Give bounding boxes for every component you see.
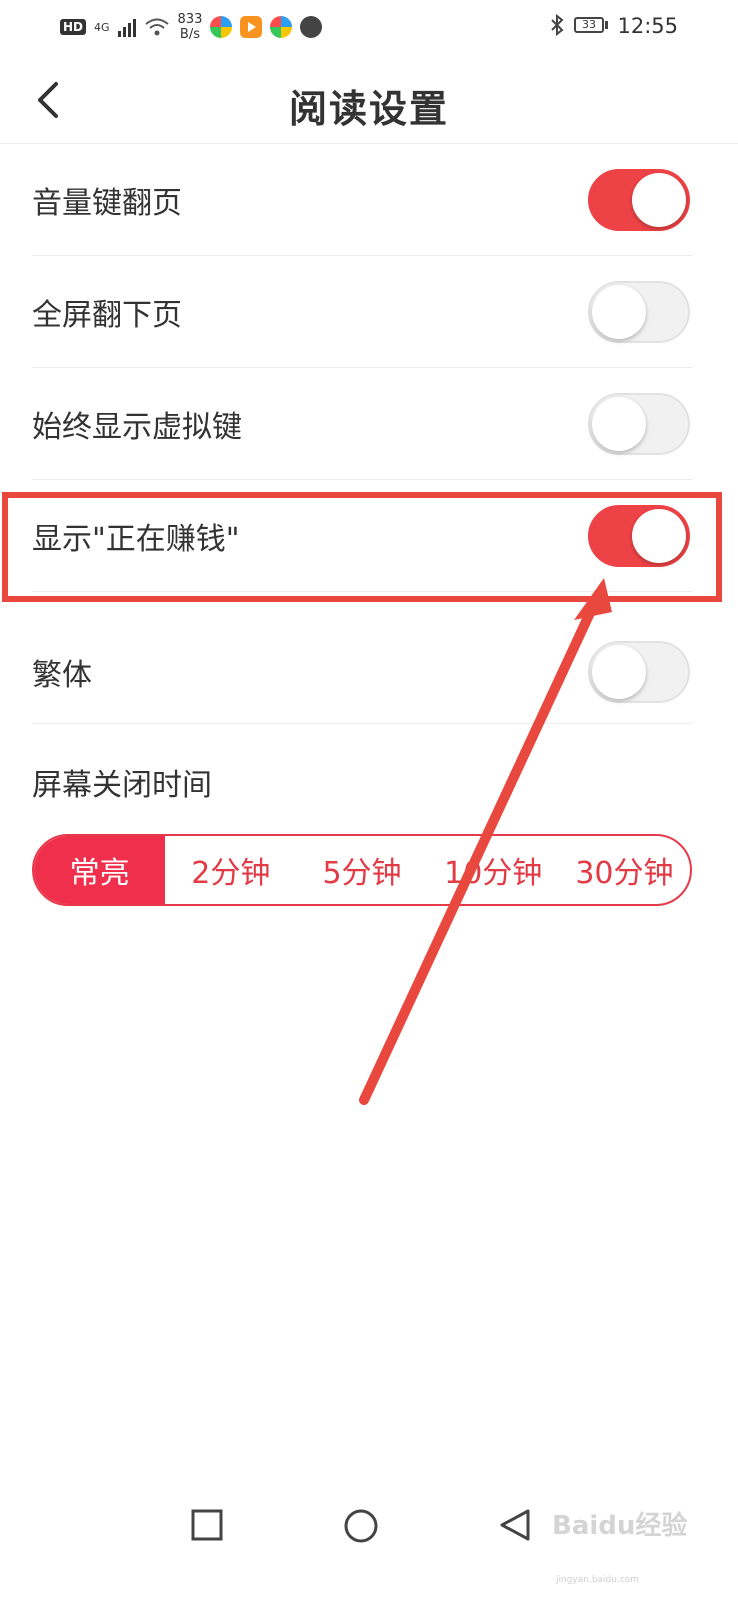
- watermark-url: jingyan.baidu.com: [556, 1575, 640, 1585]
- annotation-arrow: [359, 578, 612, 1105]
- back-nav-icon[interactable]: [498, 1508, 532, 1542]
- home-icon[interactable]: [343, 1508, 379, 1544]
- recent-apps-icon[interactable]: [190, 1508, 224, 1542]
- baidu-watermark: Baidu经验: [552, 1511, 688, 1541]
- reading-settings-screen: HD 4G 833 B/s 33 12:55 阅读设置 音量键翻页 全屏翻下页 …: [0, 0, 738, 1600]
